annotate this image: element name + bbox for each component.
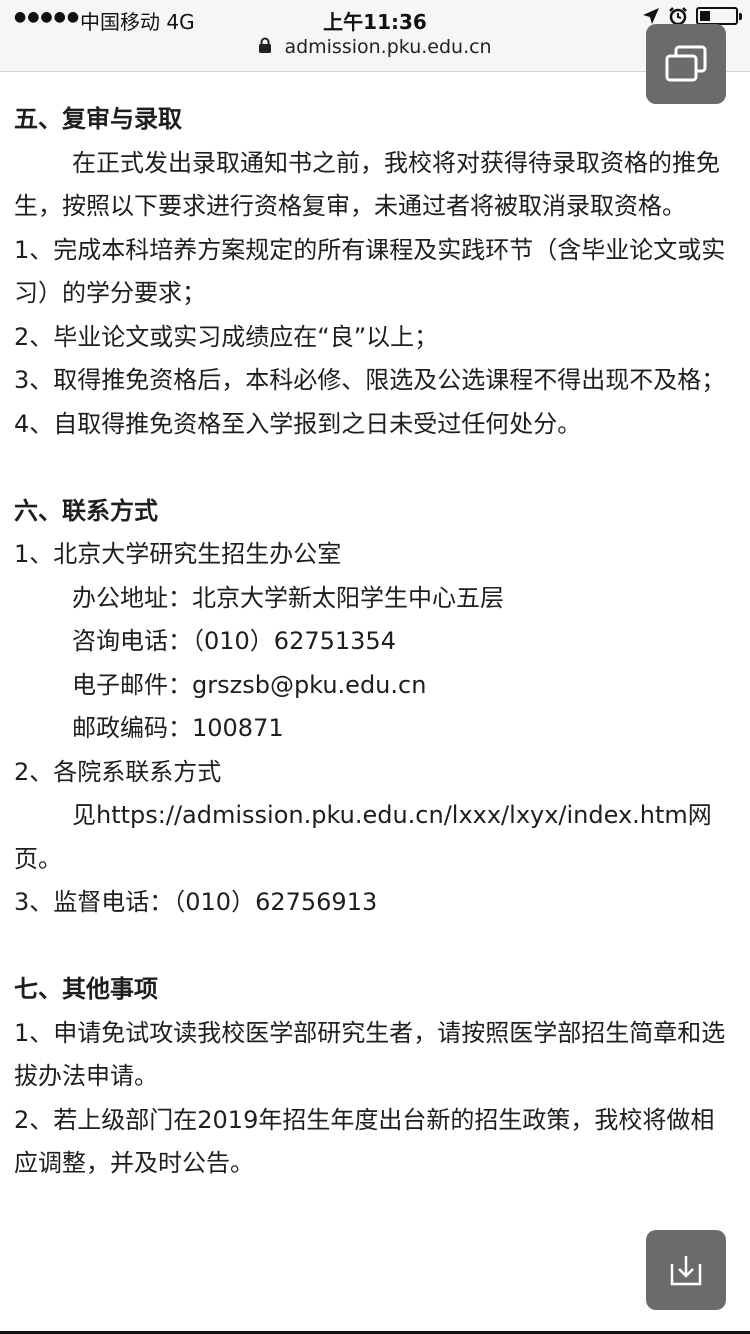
list-item: 1、申请免试攻读我校医学部研究生者，请按照医学部招生简章和选拔办法申请。 [14,1018,726,1091]
alarm-clock-icon [669,7,687,26]
list-item: 3、监督电话：（010）62756913 [14,888,378,916]
list-item: 2、各院系联系方式 [14,757,222,786]
address-bar[interactable]: admission.pku.edu.cn [0,36,750,58]
department-contacts-link[interactable]: https://admission.pku.edu.cn/lxxx/lxyx/i… [96,801,688,829]
list-item: 2、若上级部门在2019年招生年度出台新的招生政策，我校将做相应调整，并及时公告… [14,1105,715,1178]
url-text[interactable]: admission.pku.edu.cn [284,36,491,58]
list-item: 3、取得推免资格后，本科必修、限选及公选课程不得出现不及格； [14,366,726,394]
status-bar: ●●●●● 中国移动 4G 上午11:36 [0,6,750,34]
office-postcode: 邮政编码：100871 [72,714,284,742]
lock-icon [259,37,272,53]
department-contacts-paragraph: 见https://admission.pku.edu.cn/lxxx/lxyx/… [14,794,738,881]
status-time: 上午11:36 [323,10,427,34]
office-email: 电子邮件：grszsb@pku.edu.cn [72,670,427,699]
list-item: 2、毕业论文或实习成绩应在“良”以上； [14,322,439,351]
review-intro-text: 在正式发出录取通知书之前，我校将对获得待录取资格的推免生，按照以下要求进行资格复… [14,148,720,221]
section-heading-review: 五、复审与录取 [14,105,182,133]
download-tray-icon [670,1256,702,1286]
article-content: 五、复审与录取 在正式发出录取通知书之前，我校将对获得待录取资格的推免生，按照以… [14,98,738,1186]
department-contacts-prefix: 见 [72,801,96,829]
paragraph-review-intro: 在正式发出录取通知书之前，我校将对获得待录取资格的推免生，按照以下要求进行资格复… [14,142,738,229]
save-page-button[interactable] [646,1230,726,1310]
section-heading-other: 七、其他事项 [14,975,158,1003]
tabs-icon [665,45,707,82]
battery-level [700,11,710,21]
list-item: 4、自取得推免资格至入学报到之日未受过任何处分。 [14,409,582,438]
location-arrow-icon [643,8,659,24]
tabs-button[interactable] [646,24,726,104]
list-item: 1、北京大学研究生招生办公室 [14,540,342,568]
office-phone: 咨询电话：（010）62751354 [72,627,396,655]
office-address: 办公地址：北京大学新太阳学生中心五层 [72,583,504,612]
list-item: 1、完成本科培养方案规定的所有课程及实践环节（含毕业论文或实习）的学分要求； [14,235,726,308]
status-icons [642,6,742,26]
battery-icon [696,7,742,25]
browser-top-bar: ●●●●● 中国移动 4G 上午11:36 admission.pku.edu.… [0,0,750,72]
section-heading-contact: 六、联系方式 [14,496,158,525]
